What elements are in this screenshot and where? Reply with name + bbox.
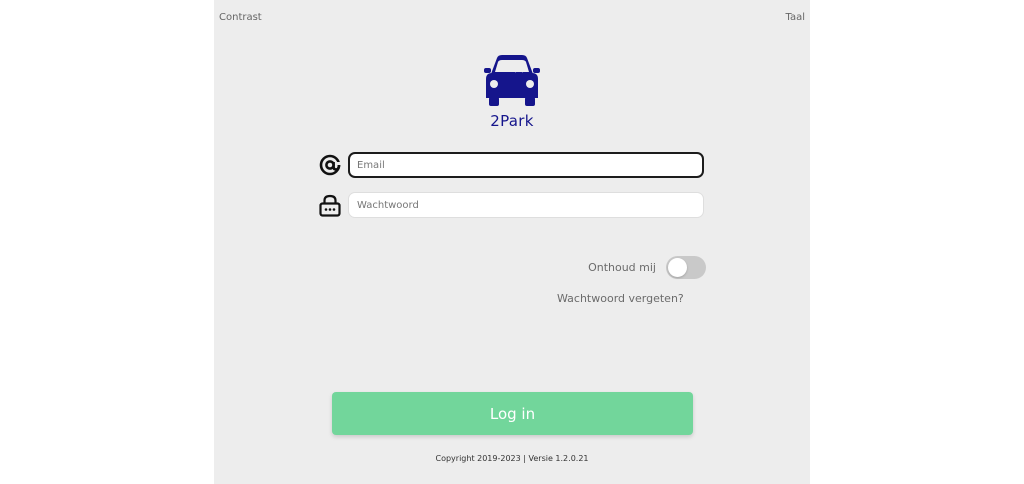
password-row xyxy=(318,192,706,218)
remember-me: Onthoud mij xyxy=(588,256,706,280)
at-sign-icon xyxy=(319,154,341,176)
forgot-password-link[interactable]: Wachtwoord vergeten? xyxy=(214,292,810,305)
copyright-text: Copyright 2019-2023 | Versie 1.2.0.21 xyxy=(435,454,589,463)
login-panel: Contrast Taal 2Park Email Onthoud mij Wa… xyxy=(214,0,810,484)
login-button[interactable]: Log in xyxy=(332,392,693,435)
email-row xyxy=(318,152,706,178)
brand-name: 2Park xyxy=(490,112,534,130)
car-icon xyxy=(484,55,540,106)
logo: 2Park xyxy=(214,54,810,130)
language-link[interactable]: Taal xyxy=(786,12,806,23)
lock-icon xyxy=(319,194,341,217)
email-input[interactable] xyxy=(348,152,704,178)
password-input[interactable] xyxy=(348,192,704,218)
remember-me-toggle[interactable] xyxy=(666,256,706,279)
remember-me-label: Onthoud mij xyxy=(588,261,656,274)
toggle-knob xyxy=(668,258,687,277)
contrast-link[interactable]: Contrast xyxy=(219,12,262,23)
